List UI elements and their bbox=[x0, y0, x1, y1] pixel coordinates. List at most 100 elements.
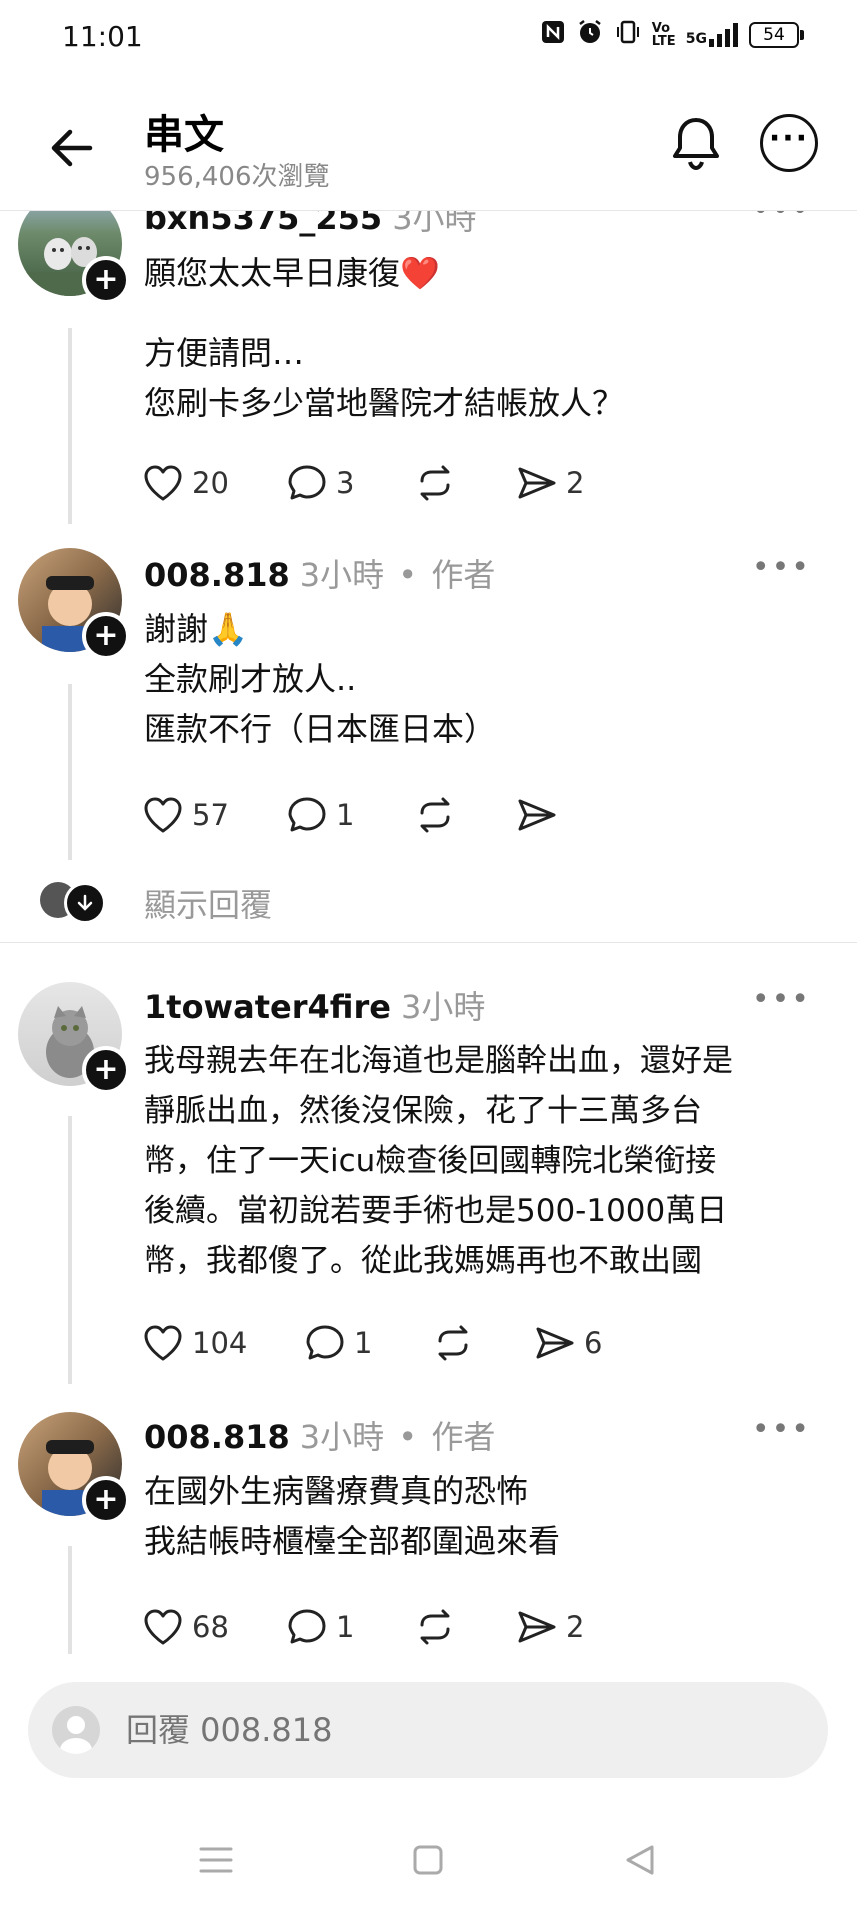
share-count: 2 bbox=[566, 466, 585, 500]
triangle-back-icon bbox=[626, 1845, 654, 1875]
share-button[interactable]: 6 bbox=[534, 1323, 602, 1363]
follow-plus-button[interactable]: + bbox=[82, 1476, 130, 1524]
post-time: 3小時 bbox=[299, 1418, 385, 1456]
author-tag: 作者 bbox=[431, 556, 496, 594]
repost-button[interactable] bbox=[414, 1607, 516, 1647]
comment-icon bbox=[306, 1325, 344, 1360]
post-menu-button[interactable]: ••• bbox=[752, 982, 811, 1017]
comment-button[interactable]: 3 bbox=[286, 463, 414, 503]
volte-icon: Vo LTE bbox=[651, 20, 676, 49]
share-count: 2 bbox=[566, 1610, 585, 1644]
comment-button[interactable]: 1 bbox=[304, 1323, 432, 1363]
post-line: 您刷卡多少當地醫院才結帳放人？ bbox=[144, 384, 625, 422]
post-line: 匯款不行（日本匯日本） bbox=[144, 710, 497, 748]
like-button[interactable]: 104 bbox=[142, 1323, 304, 1363]
post-actions: 68 1 2 bbox=[142, 1602, 584, 1652]
post-line: 幣，住了一天icu檢查後回國轉院北榮銜接 bbox=[144, 1143, 717, 1179]
post-menu-button[interactable]: ••• bbox=[752, 550, 811, 585]
repost-button[interactable] bbox=[414, 795, 516, 835]
thread-line bbox=[68, 328, 72, 524]
post-username[interactable]: 1towater4fire 3小時 bbox=[144, 982, 485, 1028]
post-line: 幣，我都傻了。從此我媽媽再也不敢出國 bbox=[144, 1243, 702, 1279]
user-avatar-icon bbox=[52, 1706, 100, 1754]
post-meta: 3小時 • 作者 bbox=[300, 556, 496, 594]
like-button[interactable]: 57 bbox=[142, 795, 286, 835]
follow-plus-button[interactable]: + bbox=[82, 612, 130, 660]
alarm-icon bbox=[576, 18, 604, 51]
battery-level: 54 bbox=[763, 24, 785, 45]
post-body: 謝謝🙏 全款刷才放人.. 匯款不行（日本匯日本） bbox=[144, 604, 824, 754]
share-button[interactable]: 2 bbox=[516, 1607, 584, 1647]
5g-signal-icon: 5G bbox=[686, 22, 739, 47]
status-time: 11:01 bbox=[62, 20, 143, 53]
post-line: 願您太太早日康復❤️ bbox=[144, 254, 440, 292]
show-replies-link[interactable]: 顯示回覆 bbox=[144, 880, 272, 926]
post-line bbox=[144, 298, 824, 328]
post-line: 我母親去年在北海道也是腦幹出血，還好是 bbox=[144, 1043, 733, 1079]
page-title: 串文 bbox=[144, 112, 224, 158]
notification-button[interactable] bbox=[664, 110, 728, 174]
more-dots-icon: ··· bbox=[768, 120, 810, 156]
more-options-button[interactable]: ··· bbox=[760, 114, 818, 172]
share-button[interactable] bbox=[516, 795, 566, 835]
post-time: 3小時 bbox=[400, 988, 486, 1026]
reply-bar[interactable] bbox=[28, 1682, 828, 1778]
thread-line bbox=[68, 1116, 72, 1384]
post-body: 我母親去年在北海道也是腦幹出血，還好是 靜脈出血，然後沒保險，花了十三萬多台 幣… bbox=[144, 1036, 834, 1286]
like-count: 68 bbox=[192, 1610, 229, 1644]
expand-replies-icon[interactable] bbox=[64, 882, 106, 924]
system-nav-bar bbox=[0, 1810, 857, 1910]
comment-icon bbox=[288, 797, 326, 832]
repost-icon bbox=[420, 465, 450, 501]
share-button[interactable]: 2 bbox=[516, 463, 584, 503]
repost-button[interactable] bbox=[432, 1323, 534, 1363]
send-icon bbox=[518, 467, 556, 499]
arrow-left-icon bbox=[51, 129, 93, 167]
follow-plus-button[interactable]: + bbox=[82, 256, 130, 304]
send-icon bbox=[518, 799, 556, 831]
divider bbox=[0, 942, 857, 943]
comment-button[interactable]: 1 bbox=[286, 1607, 414, 1647]
post-line: 在國外生病醫療費真的恐怖 bbox=[144, 1472, 529, 1510]
thread-line bbox=[68, 684, 72, 860]
vibrate-icon bbox=[614, 18, 642, 51]
meta-separator: • bbox=[388, 556, 428, 594]
username[interactable]: 008.818 bbox=[144, 556, 290, 594]
follow-plus-button[interactable]: + bbox=[82, 1046, 130, 1094]
home-nav-button[interactable] bbox=[398, 1830, 458, 1890]
back-button[interactable] bbox=[44, 120, 100, 176]
menu-nav-button[interactable] bbox=[186, 1830, 246, 1890]
bell-icon bbox=[673, 118, 719, 171]
send-icon bbox=[536, 1327, 574, 1359]
post-actions: 20 3 2 bbox=[142, 458, 584, 508]
status-icons: Vo LTE 5G 54 bbox=[540, 18, 804, 51]
post-menu-button[interactable]: ••• bbox=[752, 1412, 811, 1447]
comment-count: 1 bbox=[354, 1326, 373, 1360]
post-line: 我結帳時櫃檯全部都圍過來看 bbox=[144, 1522, 561, 1560]
repost-button[interactable] bbox=[414, 463, 516, 503]
comment-count: 1 bbox=[336, 1610, 355, 1644]
like-button[interactable]: 20 bbox=[142, 463, 286, 503]
username[interactable]: 1towater4fire bbox=[144, 988, 391, 1026]
square-icon bbox=[413, 1845, 443, 1875]
view-count: 956,406次瀏覽 bbox=[144, 162, 330, 192]
meta-separator: • bbox=[388, 1418, 428, 1456]
username[interactable]: 008.818 bbox=[144, 1418, 290, 1456]
reply-input[interactable] bbox=[124, 1710, 728, 1750]
top-header: 串文 956,406次瀏覽 ··· bbox=[0, 90, 857, 211]
like-button[interactable]: 68 bbox=[142, 1607, 286, 1647]
share-count: 6 bbox=[584, 1326, 603, 1360]
nfc-icon bbox=[540, 19, 566, 50]
comment-button[interactable]: 1 bbox=[286, 795, 414, 835]
post-meta: 3小時 • 作者 bbox=[300, 1418, 496, 1456]
back-nav-button[interactable] bbox=[610, 1830, 670, 1890]
menu-icon bbox=[199, 1847, 233, 1873]
post-time: 3小時 bbox=[299, 556, 385, 594]
post-username[interactable]: 008.818 3小時 • 作者 bbox=[144, 550, 495, 596]
post-username[interactable]: 008.818 3小時 • 作者 bbox=[144, 1412, 495, 1458]
comment-icon bbox=[288, 465, 326, 500]
post-line: 謝謝🙏 bbox=[144, 610, 248, 648]
post-line: 方便請問… bbox=[144, 334, 305, 372]
post-body: 願您太太早日康復❤️ 方便請問… 您刷卡多少當地醫院才結帳放人？ bbox=[144, 248, 824, 428]
heart-icon bbox=[144, 797, 182, 833]
